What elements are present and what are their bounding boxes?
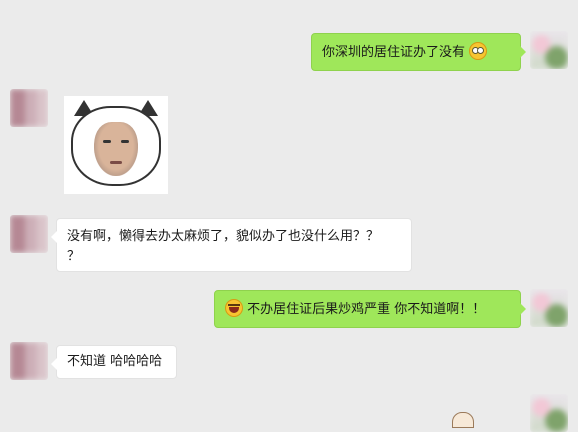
- message-bubble-incoming[interactable]: 不知道 哈哈哈哈: [51, 345, 177, 379]
- contact-avatar-self[interactable]: [530, 394, 568, 432]
- message-text: 没有啊，懒得去办太麻烦了，貌似办了也没什么用？？: [67, 229, 380, 244]
- message-bubble-outgoing[interactable]: 你深圳的居住证办了没有: [311, 33, 526, 71]
- message-bubble-outgoing[interactable]: 不办居住证后果炒鸡严重 你不知道啊！！: [214, 290, 526, 328]
- message-text: 你深圳的居住证办了没有: [322, 45, 466, 60]
- laughing-tears-emoji-icon: [225, 299, 243, 317]
- message-text: 不办居住证后果炒鸡严重 你不知道啊！！: [247, 302, 486, 317]
- sticker-face: [94, 122, 138, 176]
- contact-avatar-self[interactable]: [530, 31, 568, 69]
- message-bubble-incoming[interactable]: 没有啊，懒得去办太麻烦了，貌似办了也没什么用？？ ？: [51, 218, 412, 272]
- flushed-face-emoji-icon: [469, 42, 488, 60]
- contact-avatar-friend[interactable]: [10, 215, 48, 253]
- partial-sticker-preview[interactable]: [452, 412, 474, 428]
- cat-head-face-sticker[interactable]: [64, 96, 168, 194]
- contact-avatar-friend[interactable]: [10, 342, 48, 380]
- contact-avatar-self[interactable]: [530, 289, 568, 327]
- message-text: 不知道 哈哈哈哈: [67, 354, 163, 369]
- contact-avatar-friend[interactable]: [10, 89, 48, 127]
- message-text-continued: ？: [67, 249, 81, 264]
